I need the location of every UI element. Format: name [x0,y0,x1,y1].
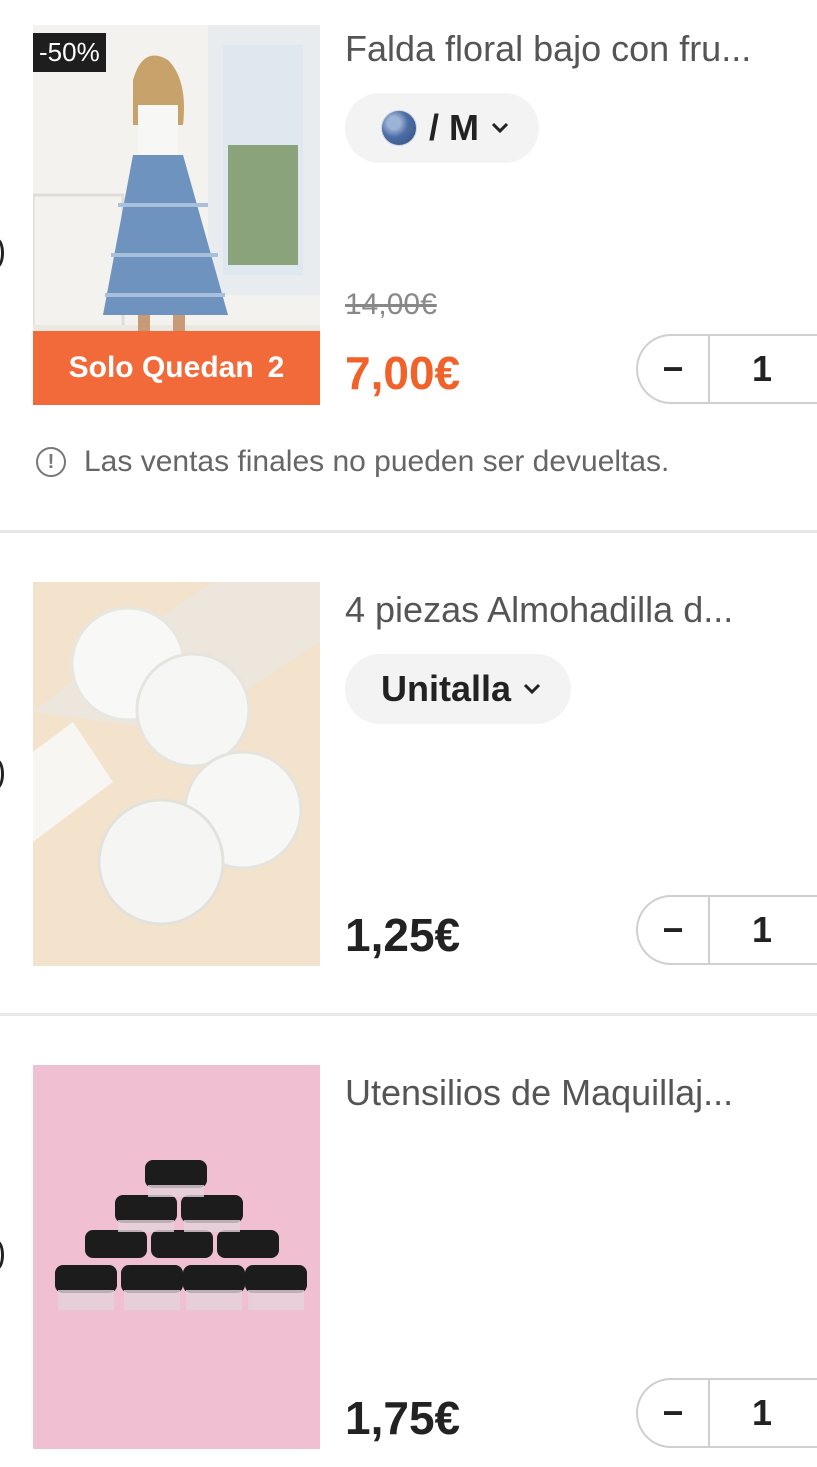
variant-selector[interactable]: Unitalla [345,654,572,724]
variant-label: Unitalla [381,668,512,709]
cart-item-skirt: -50% Solo Quedan 2 Falda floral bajo con… [0,0,817,530]
variant-selector[interactable]: / M [345,93,539,163]
price: 1,75€ [345,1392,461,1444]
quantity-value[interactable]: 1 [710,1392,814,1434]
quantity-stepper: − 1 [636,1378,817,1448]
notice-text: Las ventas finales no pueden ser devuelt… [84,445,670,478]
product-image-jars[interactable] [33,1065,320,1449]
jars-photo [33,1065,320,1449]
cart-item-pads: 4 piezas Almohadilla d... Unitalla 1,25€… [0,533,817,1013]
final-sale-notice: ! Las ventas finales no pueden ser devue… [36,445,669,479]
stock-text: Solo Quedan [68,351,254,384]
pads-photo [33,582,320,966]
product-title[interactable]: Utensilios de Maquillaj... [345,1072,800,1114]
decrease-quantity-button[interactable]: − [638,897,710,963]
info-icon: ! [36,447,66,477]
decrease-quantity-button[interactable]: − [638,336,710,402]
decrease-quantity-button[interactable]: − [638,1380,710,1446]
select-item-checkbox[interactable] [0,759,4,789]
cart-item-makeup-jars: Utensilios de Maquillaj... 1,75€ − 1 [0,1016,817,1467]
discount-badge: -50% [33,33,106,72]
product-title[interactable]: Falda floral bajo con fru... [345,28,800,70]
quantity-value[interactable]: 1 [710,909,814,951]
original-price: 14,00€ [345,288,437,321]
quantity-stepper: − 1 [636,895,817,965]
quantity-stepper: − 1 [636,334,817,404]
product-title[interactable]: 4 piezas Almohadilla d... [345,589,800,631]
sale-price: 7,00€ [345,347,461,399]
product-image-skirt[interactable]: -50% Solo Quedan 2 [33,25,320,405]
chevron-down-icon [523,683,541,695]
color-swatch-icon [381,110,417,146]
quantity-value[interactable]: 1 [710,348,814,390]
low-stock-banner: Solo Quedan 2 [33,331,320,405]
product-image-pads[interactable] [33,582,320,966]
select-item-checkbox[interactable] [0,238,4,268]
variant-label: / M [429,107,479,148]
price: 1,25€ [345,909,461,961]
stock-count: 2 [267,351,285,384]
select-item-checkbox[interactable] [0,1240,4,1270]
chevron-down-icon [491,122,509,134]
